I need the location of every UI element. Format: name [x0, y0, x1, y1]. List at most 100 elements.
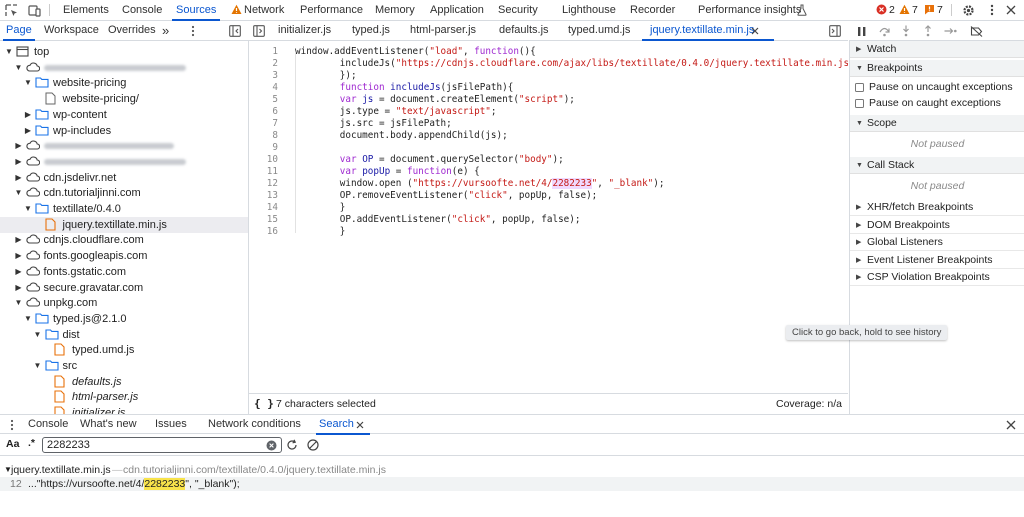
- device-toolbar-icon[interactable]: [27, 3, 41, 17]
- code-line[interactable]: 1 window.addEventListener("load", functio…: [248, 46, 848, 58]
- match-case-toggle[interactable]: Aa: [6, 438, 19, 451]
- collapsed-triangle-icon[interactable]: ▶: [14, 138, 24, 154]
- step-icon[interactable]: [943, 24, 957, 38]
- resume-icon[interactable]: [855, 24, 869, 38]
- issues-icon[interactable]: [924, 4, 935, 15]
- tree-item[interactable]: ▶ fonts.googleapis.com: [0, 248, 248, 264]
- tree-item[interactable]: ▼ top: [0, 44, 248, 60]
- toggle-navigator-icon[interactable]: [228, 24, 242, 38]
- drawer-more-icon[interactable]: [5, 418, 19, 432]
- tab-page[interactable]: Page: [3, 21, 35, 41]
- navigator-more-icon[interactable]: [186, 24, 200, 38]
- expanded-triangle-icon[interactable]: ▼: [14, 60, 24, 76]
- tab-application[interactable]: Application: [430, 0, 484, 20]
- step-out-icon[interactable]: [921, 24, 935, 38]
- clear-search-icon[interactable]: [265, 439, 277, 451]
- tab-console[interactable]: Console: [122, 0, 162, 20]
- editor-tab-jquery-textillate[interactable]: jquery.textillate.min.js: [641, 21, 775, 41]
- settings-gear-icon[interactable]: [961, 3, 975, 17]
- tree-item[interactable]: ▶ cdnjs.cloudflare.com: [0, 232, 248, 248]
- line-number[interactable]: 7: [248, 118, 278, 130]
- editor-tab-html-parser[interactable]: html-parser.js: [410, 21, 476, 40]
- line-number[interactable]: 15: [248, 214, 278, 226]
- section-csp-violation-breakpoints[interactable]: ▶ CSP Violation Breakpoints: [850, 269, 1024, 286]
- tree-item[interactable]: ▼ cdn.tutorialjinni.com: [0, 185, 248, 201]
- expanded-triangle-icon[interactable]: ▼: [23, 75, 33, 91]
- line-number[interactable]: 12: [248, 178, 278, 190]
- line-number[interactable]: 16: [248, 226, 278, 238]
- tree-item[interactable]: ▶ cdn.jsdelivr.net: [0, 170, 248, 186]
- tab-overrides[interactable]: Overrides: [108, 21, 156, 40]
- line-number[interactable]: 11: [248, 166, 278, 178]
- tab-elements[interactable]: Elements: [63, 0, 109, 20]
- section-breakpoints[interactable]: ▼ Breakpoints: [850, 60, 1024, 77]
- toggle-navigator-icon[interactable]: [252, 24, 266, 38]
- tree-item[interactable]: ▶: [0, 138, 248, 154]
- pause-exceptions-checkbox[interactable]: Pause on caught exceptions: [850, 95, 1024, 112]
- expanded-triangle-icon[interactable]: ▼: [23, 311, 33, 327]
- collapsed-triangle-icon[interactable]: ▶: [23, 107, 33, 123]
- warning-icon[interactable]: [899, 4, 910, 15]
- line-number[interactable]: 9: [248, 142, 278, 154]
- drawer-tab-network-conditions[interactable]: Network conditions: [208, 415, 301, 434]
- collapsed-triangle-icon[interactable]: ▶: [14, 170, 24, 186]
- tab-performance-insights[interactable]: Performance insights: [698, 0, 801, 20]
- close-drawer-icon[interactable]: [1004, 418, 1018, 432]
- search-input[interactable]: [42, 437, 282, 453]
- collapsed-triangle-icon[interactable]: ▶: [14, 248, 24, 264]
- tree-item[interactable]: ▶: [0, 154, 248, 170]
- expanded-triangle-icon[interactable]: ▼: [14, 295, 24, 311]
- collapsed-triangle-icon[interactable]: ▶: [23, 123, 33, 139]
- pause-exceptions-checkbox[interactable]: Pause on uncaught exceptions: [850, 79, 1024, 96]
- line-number[interactable]: 2: [248, 58, 278, 70]
- code-line[interactable]: 4 function includeJs(jsFilePath){: [248, 82, 848, 94]
- line-number[interactable]: 5: [248, 94, 278, 106]
- more-tabs-chevron-icon[interactable]: »: [162, 21, 169, 40]
- close-search-tab-icon[interactable]: [354, 419, 365, 430]
- code-line[interactable]: 7 js.src = jsFilePath;: [248, 118, 848, 130]
- section-xhr-fetch-breakpoints[interactable]: ▶ XHR/fetch Breakpoints: [850, 199, 1024, 216]
- regex-toggle[interactable]: .*: [28, 437, 35, 450]
- code-line[interactable]: 3 });: [248, 70, 848, 82]
- drawer-tab-issues[interactable]: Issues: [155, 415, 187, 434]
- code-line[interactable]: 16 }: [248, 226, 848, 238]
- tab-performance[interactable]: Performance: [300, 0, 363, 20]
- code-line[interactable]: 15 OP.addEventListener("click", popUp, f…: [248, 214, 848, 226]
- tree-item[interactable]: ▶ wp-content: [0, 107, 248, 123]
- tree-item[interactable]: ▼ typed.js@2.1.0: [0, 311, 248, 327]
- tree-item[interactable]: ▶ fonts.gstatic.com: [0, 264, 248, 280]
- tree-item[interactable]: ▶ secure.gravatar.com: [0, 280, 248, 296]
- tree-item[interactable]: typed.umd.js: [0, 342, 248, 358]
- code-line[interactable]: 6 js.type = "text/javascript";: [248, 106, 848, 118]
- expanded-triangle-icon[interactable]: ▼: [23, 201, 33, 217]
- tree-item[interactable]: defaults.js: [0, 374, 248, 390]
- drawer-tab-whats-new[interactable]: What's new: [80, 415, 137, 434]
- expanded-triangle-icon[interactable]: ▼: [4, 44, 14, 60]
- section-dom-breakpoints[interactable]: ▶ DOM Breakpoints: [850, 217, 1024, 234]
- code-line[interactable]: 13 OP.removeEventListener("click", popUp…: [248, 190, 848, 202]
- search-result-line[interactable]: 12 ..."https://vursoofte.net/4/2282233",…: [0, 477, 1024, 491]
- collapsed-triangle-icon[interactable]: ▶: [14, 264, 24, 280]
- expanded-triangle-icon[interactable]: ▼: [14, 185, 24, 201]
- tree-item[interactable]: ▼ unpkg.com: [0, 295, 248, 311]
- inspect-element-icon[interactable]: [4, 3, 18, 17]
- close-devtools-icon[interactable]: [1004, 3, 1018, 17]
- section-watch[interactable]: ▶ Watch: [850, 41, 1024, 58]
- tree-item[interactable]: ▶ wp-includes: [0, 123, 248, 139]
- code-line[interactable]: 14 }: [248, 202, 848, 214]
- tab-sources[interactable]: Sources: [171, 0, 221, 21]
- tab-recorder[interactable]: Recorder: [630, 0, 675, 20]
- editor-tab-typed-umd[interactable]: typed.umd.js: [568, 21, 630, 40]
- line-number[interactable]: 4: [248, 82, 278, 94]
- line-number[interactable]: 6: [248, 106, 278, 118]
- collapsed-triangle-icon[interactable]: ▶: [14, 154, 24, 170]
- error-icon[interactable]: [876, 4, 887, 15]
- tab-lighthouse[interactable]: Lighthouse: [562, 0, 616, 20]
- tab-network[interactable]: Network: [244, 0, 284, 20]
- tree-item[interactable]: ▼ textillate/0.4.0: [0, 201, 248, 217]
- clear-results-icon[interactable]: [306, 438, 320, 452]
- line-number[interactable]: 13: [248, 190, 278, 202]
- collapsed-triangle-icon[interactable]: ▶: [14, 232, 24, 248]
- code-line[interactable]: 11 var popUp = function(e) {: [248, 166, 848, 178]
- line-number[interactable]: 10: [248, 154, 278, 166]
